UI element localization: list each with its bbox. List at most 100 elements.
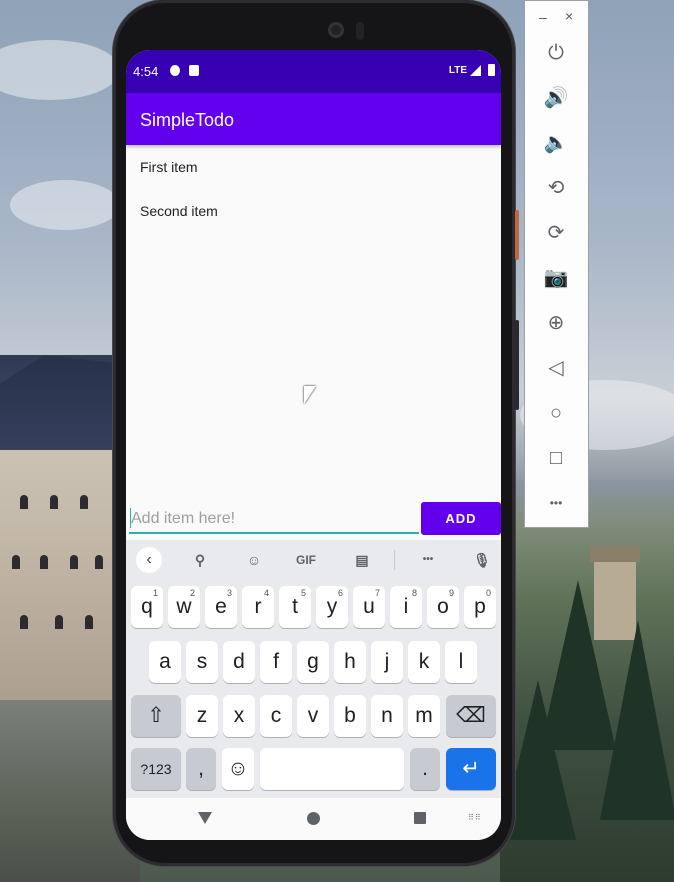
navigation-bar: ⠿⠿ bbox=[126, 798, 501, 840]
overview-icon[interactable]: □ bbox=[541, 443, 571, 473]
key-g[interactable]: g bbox=[297, 641, 329, 683]
notification-icon bbox=[170, 65, 180, 76]
status-bar: 4:54 LTE bbox=[126, 50, 501, 93]
gif-button[interactable]: GIF bbox=[292, 550, 320, 570]
nav-recents-icon[interactable] bbox=[414, 812, 426, 824]
key-hint: 6 bbox=[337, 588, 343, 598]
rotate-left-icon[interactable]: ⟲ bbox=[541, 173, 571, 203]
key-label: o bbox=[437, 595, 449, 618]
signal-icon bbox=[470, 65, 481, 76]
key-hint: 1 bbox=[152, 588, 158, 598]
symbols-key[interactable]: ?123 bbox=[131, 748, 181, 790]
proximity-sensor bbox=[356, 22, 364, 40]
key-x[interactable]: x bbox=[223, 695, 255, 737]
key-m[interactable]: m bbox=[408, 695, 440, 737]
clipboard-icon[interactable]: ▤ bbox=[350, 550, 374, 570]
keyboard-toolbar: ‹ ⚲ ☺ GIF ▤ ••• 🎙 bbox=[126, 540, 501, 580]
key-hint: 5 bbox=[300, 588, 306, 598]
todo-item-second[interactable]: Second item bbox=[126, 189, 501, 233]
battery-icon bbox=[488, 64, 495, 76]
key-hint: 2 bbox=[189, 588, 195, 598]
enter-key[interactable]: ↵ bbox=[446, 748, 496, 790]
comma-key[interactable]: , bbox=[186, 748, 216, 790]
key-c[interactable]: c bbox=[260, 695, 292, 737]
key-v[interactable]: v bbox=[297, 695, 329, 737]
shift-key[interactable]: ⇧ bbox=[131, 695, 181, 737]
key-u[interactable]: u7 bbox=[353, 586, 385, 628]
search-icon[interactable]: ⚲ bbox=[188, 550, 212, 570]
key-w[interactable]: w2 bbox=[168, 586, 200, 628]
network-type: LTE bbox=[448, 65, 467, 76]
microphone-icon[interactable]: 🎙 bbox=[470, 550, 494, 570]
key-hint: 3 bbox=[226, 588, 232, 598]
key-hint: 8 bbox=[411, 588, 417, 598]
status-time: 4:54 bbox=[133, 64, 159, 79]
add-button[interactable]: ADD bbox=[421, 502, 501, 535]
close-button[interactable]: × bbox=[565, 8, 573, 24]
zoom-icon[interactable]: ⊕ bbox=[541, 308, 571, 338]
key-o[interactable]: o9 bbox=[427, 586, 459, 628]
key-hint: 4 bbox=[263, 588, 269, 598]
period-key[interactable]: . bbox=[410, 748, 440, 790]
rotate-right-icon[interactable]: ⟳ bbox=[541, 218, 571, 248]
key-j[interactable]: j bbox=[371, 641, 403, 683]
phone-screen: 4:54 LTE SimpleTodo First item Second it… bbox=[126, 50, 501, 840]
key-label: u bbox=[363, 595, 375, 618]
key-label: r bbox=[254, 595, 262, 618]
home-icon[interactable]: ○ bbox=[541, 398, 571, 428]
todo-item-first[interactable]: First item bbox=[126, 145, 501, 189]
power-icon[interactable]: ⏻ bbox=[541, 38, 571, 68]
nav-back-icon[interactable] bbox=[198, 812, 212, 824]
key-label: e bbox=[215, 595, 227, 618]
back-icon[interactable]: ◁ bbox=[541, 353, 571, 383]
keyboard-switch-icon[interactable]: ⠿⠿ bbox=[468, 813, 482, 822]
key-label: i bbox=[403, 595, 409, 618]
nav-home-icon[interactable] bbox=[307, 812, 320, 825]
key-b[interactable]: b bbox=[334, 695, 366, 737]
key-a[interactable]: a bbox=[149, 641, 181, 683]
key-f[interactable]: f bbox=[260, 641, 292, 683]
mouse-pointer bbox=[304, 386, 316, 404]
app-title: SimpleTodo bbox=[140, 110, 235, 130]
key-h[interactable]: h bbox=[334, 641, 366, 683]
emulator-toolbar: – × ⏻ 🔊 🔈 ⟲ ⟳ 📷 ⊕ ◁ ○ □ ••• bbox=[524, 0, 589, 528]
key-l[interactable]: l bbox=[445, 641, 477, 683]
key-label: p bbox=[474, 595, 486, 618]
key-hint: 0 bbox=[485, 588, 491, 598]
key-e[interactable]: e3 bbox=[205, 586, 237, 628]
key-i[interactable]: i8 bbox=[390, 586, 422, 628]
key-k[interactable]: k bbox=[408, 641, 440, 683]
key-p[interactable]: p0 bbox=[464, 586, 496, 628]
sticker-icon[interactable]: ☺ bbox=[242, 550, 266, 570]
more-icon[interactable]: ••• bbox=[416, 550, 440, 570]
todo-list[interactable]: First item Second item bbox=[126, 145, 501, 233]
key-s[interactable]: s bbox=[186, 641, 218, 683]
toolbar-divider bbox=[394, 550, 395, 570]
key-r[interactable]: r4 bbox=[242, 586, 274, 628]
text-caret bbox=[130, 508, 131, 528]
key-z[interactable]: z bbox=[186, 695, 218, 737]
volume-down-icon[interactable]: 🔈 bbox=[541, 128, 571, 158]
key-q[interactable]: q1 bbox=[131, 586, 163, 628]
key-d[interactable]: d bbox=[223, 641, 255, 683]
volume-up-icon[interactable]: 🔊 bbox=[541, 83, 571, 113]
space-key[interactable] bbox=[260, 748, 404, 790]
minimize-button[interactable]: – bbox=[539, 9, 547, 25]
key-t[interactable]: t5 bbox=[279, 586, 311, 628]
keyboard-back-icon[interactable]: ‹ bbox=[136, 547, 162, 573]
backspace-key[interactable]: ⌫ bbox=[446, 695, 496, 737]
key-hint: 7 bbox=[374, 588, 380, 598]
front-camera bbox=[328, 22, 344, 38]
key-y[interactable]: y6 bbox=[316, 586, 348, 628]
key-label: q bbox=[141, 595, 153, 618]
more-options-icon[interactable]: ••• bbox=[541, 488, 571, 518]
camera-icon[interactable]: 📷 bbox=[541, 263, 571, 293]
emoji-key[interactable]: ☺ bbox=[222, 748, 254, 790]
key-label: t bbox=[292, 595, 298, 618]
key-label: y bbox=[326, 595, 338, 618]
key-hint: 9 bbox=[448, 588, 454, 598]
add-item-input[interactable] bbox=[129, 506, 419, 534]
add-item-row: ADD bbox=[126, 500, 501, 538]
soft-keyboard: ‹ ⚲ ☺ GIF ▤ ••• 🎙 q1 w2 e3 r4 t5 y6 u7 i… bbox=[126, 540, 501, 798]
key-n[interactable]: n bbox=[371, 695, 403, 737]
